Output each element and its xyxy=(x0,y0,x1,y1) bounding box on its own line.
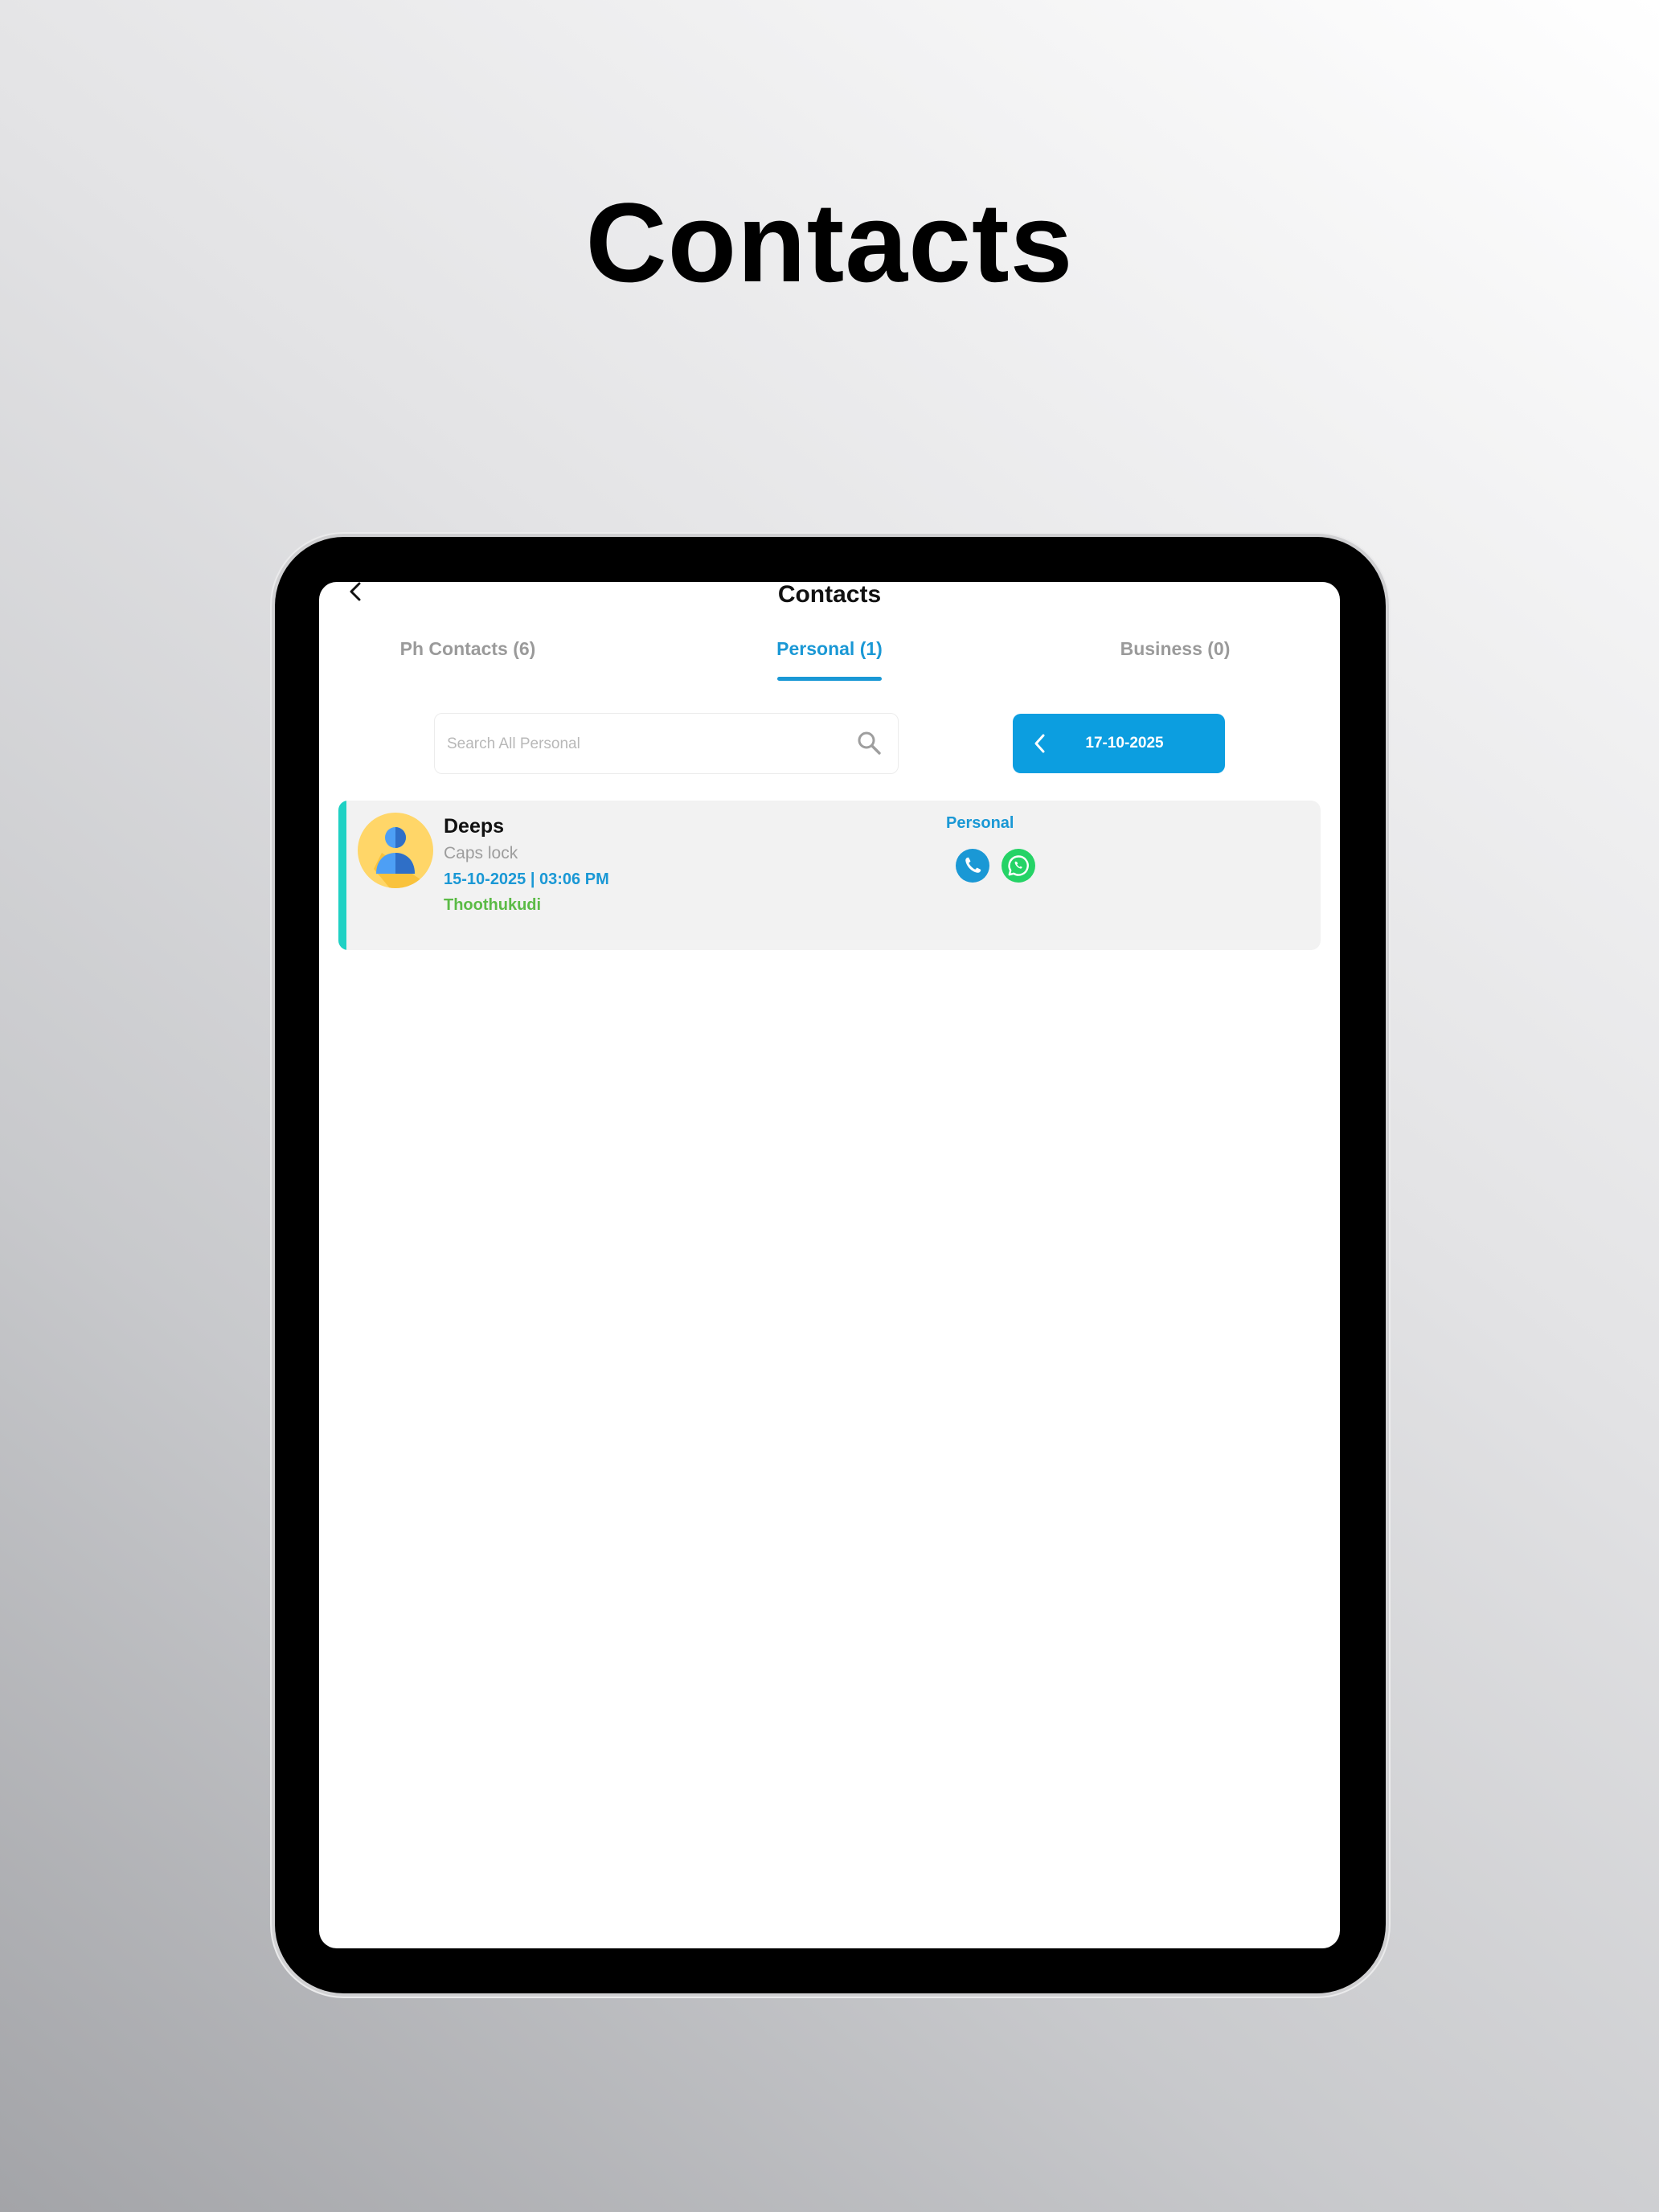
contact-location: Thoothukudi xyxy=(444,896,542,914)
contact-type-label: Personal xyxy=(946,814,1014,832)
search-icon[interactable] xyxy=(856,730,882,756)
tab-business[interactable]: Business (0) xyxy=(1099,637,1251,661)
search-input[interactable]: Search All Personal xyxy=(434,713,899,774)
phone-icon[interactable] xyxy=(956,849,989,883)
selected-date: 17-10-2025 xyxy=(1085,735,1164,752)
chevron-left-icon[interactable] xyxy=(1030,733,1050,754)
search-placeholder: Search All Personal xyxy=(447,735,580,752)
contact-datetime: 15-10-2025 | 03:06 PM xyxy=(444,870,609,888)
app-screen: Contacts Ph Contacts (6) Personal (1) Bu… xyxy=(319,582,1340,1948)
avatar xyxy=(358,813,433,888)
active-tab-indicator xyxy=(777,677,882,681)
contact-card[interactable]: Deeps Caps lock 15-10-2025 | 03:06 PM Th… xyxy=(338,801,1321,950)
contact-subtitle: Caps lock xyxy=(444,844,518,862)
page-title: Contacts xyxy=(777,582,882,608)
tab-personal[interactable]: Personal (1) xyxy=(757,637,902,661)
tab-ph-contacts[interactable]: Ph Contacts (6) xyxy=(391,637,544,661)
date-picker-button[interactable]: 17-10-2025 xyxy=(1013,714,1225,773)
promo-title: Contacts xyxy=(585,179,1074,305)
whatsapp-icon[interactable] xyxy=(1002,849,1035,883)
contact-name: Deeps xyxy=(444,815,505,838)
card-accent-stripe xyxy=(338,801,346,950)
